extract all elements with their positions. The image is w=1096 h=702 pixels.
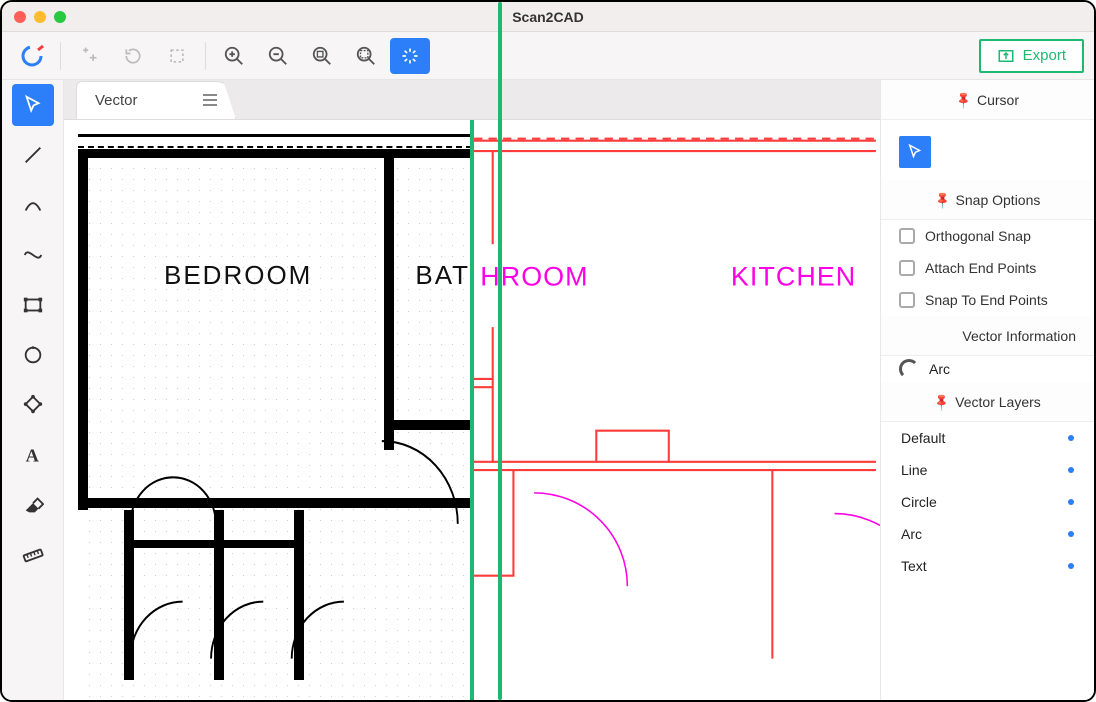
zoom-selection-icon[interactable] (346, 38, 386, 74)
polygon-tool[interactable] (12, 384, 54, 426)
layer-row[interactable]: Default (881, 422, 1094, 454)
cursor-tool[interactable] (12, 84, 54, 126)
section-vector-info[interactable]: Vector Information (881, 316, 1094, 356)
tab-vector[interactable]: Vector (76, 81, 236, 119)
layer-label: Default (901, 430, 945, 446)
layer-active-indicator (1068, 435, 1074, 441)
layer-row[interactable]: Arc (881, 518, 1094, 550)
section-vector-layers-label: Vector Layers (955, 394, 1041, 410)
app-window: Scan2CAD (0, 0, 1096, 702)
tab-label: Vector (95, 92, 138, 109)
eraser-tool[interactable] (12, 484, 54, 526)
room-label-bedroom: BEDROOM (164, 260, 312, 291)
text-tool[interactable]: A (12, 434, 54, 476)
layer-label: Arc (901, 526, 922, 542)
arc-icon (899, 359, 919, 379)
traffic-lights (14, 11, 66, 23)
toolbar-separator (205, 42, 206, 70)
snap-orthogonal-label: Orthogonal Snap (925, 228, 1031, 244)
checkbox-icon[interactable] (899, 228, 915, 244)
room-label-hroom: HROOM (480, 262, 588, 292)
left-tool-sidebar: A (2, 80, 64, 700)
export-button[interactable]: Export (979, 39, 1084, 73)
line-tool[interactable] (12, 134, 54, 176)
snap-attach-end[interactable]: Attach End Points (881, 252, 1094, 284)
rectangle-tool[interactable] (12, 284, 54, 326)
tabstrip: Vector (64, 80, 880, 120)
section-vector-layers[interactable]: 📌 Vector Layers (881, 382, 1094, 422)
crop-icon[interactable] (157, 38, 197, 74)
vector-info-arc-label: Arc (929, 361, 950, 377)
layer-row[interactable]: Line (881, 454, 1094, 486)
layer-active-indicator (1068, 531, 1074, 537)
circle-tool[interactable] (12, 334, 54, 376)
vector-view: HROOM KITCHEN (472, 120, 880, 700)
layer-row[interactable]: Circle (881, 486, 1094, 518)
snap-to-end[interactable]: Snap To End Points (881, 284, 1094, 316)
room-label-kitchen: KITCHEN (731, 262, 856, 292)
body: A Vector (2, 80, 1094, 700)
export-label: Export (1023, 47, 1066, 64)
right-panel: 📌 Cursor 📌 Snap Options Orthogonal Snap … (880, 80, 1094, 700)
bezier-tool[interactable] (12, 234, 54, 276)
vector-info-arc: Arc (881, 356, 1094, 382)
section-snap-label: Snap Options (956, 192, 1041, 208)
cursor-section-body (881, 120, 1094, 180)
section-cursor[interactable]: 📌 Cursor (881, 80, 1094, 120)
section-vector-info-label: Vector Information (962, 328, 1076, 344)
layer-row[interactable]: Text (881, 550, 1094, 582)
app-logo-icon[interactable] (12, 38, 52, 74)
layer-label: Circle (901, 494, 937, 510)
main-column: Vector (64, 80, 880, 700)
room-label-bath-partial: BAT (415, 260, 470, 291)
canvas[interactable]: BEDROOM BAT (64, 120, 880, 700)
snap-orthogonal[interactable]: Orthogonal Snap (881, 220, 1094, 252)
window-title: Scan2CAD (2, 9, 1094, 25)
checkbox-icon[interactable] (899, 260, 915, 276)
layer-active-indicator (1068, 499, 1074, 505)
zoom-in-icon[interactable] (214, 38, 254, 74)
processing-spinner-icon[interactable] (390, 38, 430, 74)
pin-icon: 📌 (931, 391, 951, 411)
pin-icon: 📌 (953, 89, 973, 109)
sparkle-icon[interactable] (69, 38, 109, 74)
layer-label: Text (901, 558, 927, 574)
layers-list: Default Line Circle Arc Text (881, 422, 1094, 582)
svg-text:A: A (25, 445, 39, 465)
top-toolbar: Export (2, 32, 1094, 80)
close-window-button[interactable] (14, 11, 26, 23)
minimize-window-button[interactable] (34, 11, 46, 23)
cursor-mode-select[interactable] (899, 136, 931, 168)
revert-icon[interactable] (113, 38, 153, 74)
zoom-out-icon[interactable] (258, 38, 298, 74)
snap-attach-end-label: Attach End Points (925, 260, 1036, 276)
section-cursor-label: Cursor (977, 92, 1019, 108)
checkbox-icon[interactable] (899, 292, 915, 308)
layer-label: Line (901, 462, 927, 478)
toolbar-separator (60, 42, 61, 70)
zoom-fit-icon[interactable] (302, 38, 342, 74)
measure-tool[interactable] (12, 534, 54, 576)
layer-active-indicator (1068, 467, 1074, 473)
pin-icon: 📌 (932, 189, 952, 209)
maximize-window-button[interactable] (54, 11, 66, 23)
arc-tool[interactable] (12, 184, 54, 226)
snap-to-end-label: Snap To End Points (925, 292, 1048, 308)
raster-view: BEDROOM BAT (64, 120, 472, 700)
titlebar: Scan2CAD (2, 2, 1094, 32)
tab-menu-icon[interactable] (203, 94, 217, 106)
upload-icon (997, 47, 1015, 65)
section-snap-options[interactable]: 📌 Snap Options (881, 180, 1094, 220)
layer-active-indicator (1068, 563, 1074, 569)
